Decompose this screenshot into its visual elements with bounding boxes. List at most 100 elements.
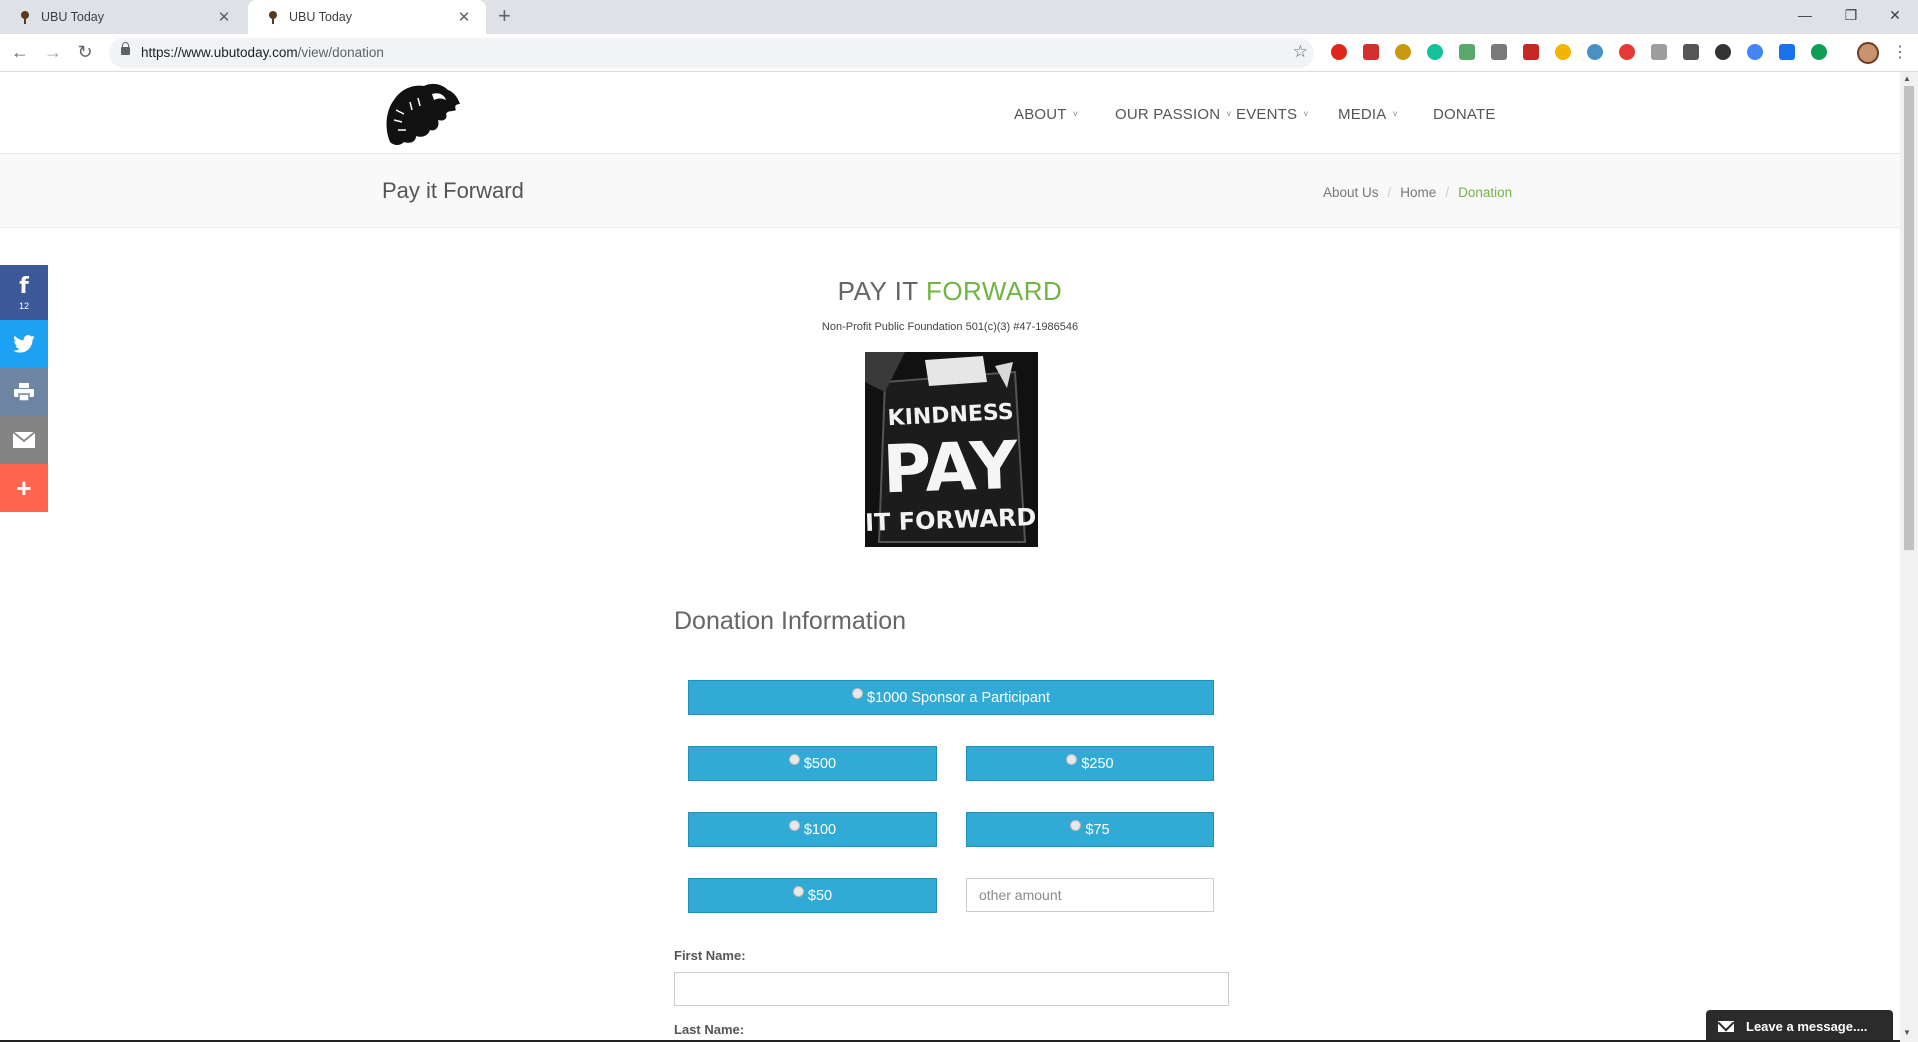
- new-tab-button[interactable]: +: [498, 5, 511, 27]
- browser-tab-2[interactable]: UBU Today ✕: [248, 0, 486, 34]
- nav-events-label: EVENTS: [1236, 106, 1298, 123]
- url-text[interactable]: https://www.ubutoday.com/view/donation: [141, 45, 384, 60]
- extension-hash-icon[interactable]: [1779, 44, 1795, 60]
- donate-100-option[interactable]: $100: [688, 812, 937, 847]
- donate-1000-option[interactable]: $1000 Sponsor a Participant: [688, 680, 1214, 715]
- radio-icon[interactable]: [1066, 754, 1078, 765]
- breadcrumb-about-us[interactable]: About Us: [1323, 185, 1379, 200]
- bookmark-star-icon[interactable]: ☆: [1293, 42, 1308, 62]
- donate-250-option[interactable]: $250: [966, 746, 1214, 781]
- pay-it-forward-headline: PAY IT FORWARD: [0, 276, 1900, 307]
- nav-our-passion-label: OUR PASSION: [1115, 106, 1221, 123]
- nav-donate[interactable]: DONATE: [1433, 106, 1496, 123]
- scroll-up-arrow-icon[interactable]: ▲: [1903, 74, 1911, 83]
- browser-tab-1[interactable]: UBU Today ✕: [0, 0, 246, 34]
- browser-tab-bar: UBU Today ✕ UBU Today ✕ + — ❐ ✕: [0, 0, 1918, 34]
- radio-icon[interactable]: [852, 688, 863, 699]
- donate-1000-label: $1000 Sponsor a Participant: [867, 689, 1050, 706]
- extension-green-icon[interactable]: [1811, 44, 1827, 60]
- nonprofit-tax-id: Non-Profit Public Foundation 501(c)(3) #…: [821, 321, 1079, 333]
- donation-information-heading: Donation Information: [674, 607, 907, 635]
- chevron-down-icon: ˅: [1303, 109, 1309, 119]
- forward-arrow-icon[interactable]: →: [43, 42, 63, 62]
- donate-75-option[interactable]: $75: [966, 812, 1214, 847]
- menu-kebab-icon[interactable]: ⋮: [1892, 42, 1908, 62]
- extension-tile-icon[interactable]: [1651, 44, 1667, 60]
- chevron-down-icon: ˅: [1072, 109, 1079, 119]
- restore-button[interactable]: ❐: [1828, 0, 1874, 30]
- nav-events[interactable]: EVENTS ˅: [1236, 106, 1309, 123]
- tab-close-icon[interactable]: ✕: [216, 8, 232, 26]
- extension-colorwheel-icon[interactable]: [1619, 44, 1635, 60]
- tab-title: UBU Today: [41, 10, 104, 24]
- extension-glasses-icon[interactable]: [1715, 44, 1731, 60]
- minimize-button[interactable]: —: [1782, 0, 1828, 30]
- donate-500-option[interactable]: $500: [688, 746, 937, 781]
- extension-puzzle-icon[interactable]: [1491, 44, 1507, 60]
- breadcrumb-separator: /: [1445, 185, 1450, 200]
- url-path: /view/donation: [297, 45, 384, 60]
- plus-icon: +: [16, 472, 32, 503]
- profile-avatar[interactable]: [1857, 42, 1879, 64]
- extension-eye-icon[interactable]: [1587, 44, 1603, 60]
- breadcrumb-home[interactable]: Home: [1400, 185, 1436, 200]
- other-amount-input[interactable]: [966, 878, 1214, 912]
- lion-logo[interactable]: [382, 80, 462, 146]
- more-share-button[interactable]: +: [0, 464, 48, 512]
- chevron-down-icon: ˅: [1226, 109, 1232, 119]
- lock-icon: [121, 42, 130, 55]
- donate-100-label: $100: [803, 821, 837, 838]
- email-share-button[interactable]: [0, 416, 48, 464]
- address-bar: ← → ↻ https://www.ubutoday.com/view/dona…: [0, 34, 1918, 72]
- nav-our-passion[interactable]: OUR PASSION ˅: [1115, 106, 1232, 123]
- nav-donate-label: DONATE: [1433, 106, 1496, 123]
- extension-dark-icon[interactable]: [1683, 44, 1699, 60]
- site-favicon-icon: [20, 11, 29, 24]
- breadcrumb-separator: /: [1387, 185, 1392, 200]
- donate-75-label: $75: [1085, 821, 1110, 838]
- extension-arc-icon[interactable]: [1747, 44, 1763, 60]
- scrollbar-thumb[interactable]: [1904, 86, 1914, 550]
- extension-opera-icon[interactable]: [1331, 44, 1347, 60]
- tab-close-icon[interactable]: ✕: [456, 8, 472, 26]
- nav-media-label: MEDIA: [1338, 106, 1387, 123]
- window-close-button[interactable]: ✕: [1872, 0, 1918, 30]
- page-title-bar: Pay it Forward About Us / Home / Donation: [0, 154, 1900, 228]
- donate-50-label: $50: [807, 887, 833, 904]
- breadcrumb-donation: Donation: [1458, 185, 1513, 200]
- extension-red-icon[interactable]: [1363, 44, 1379, 60]
- donate-500-label: $500: [803, 755, 837, 772]
- kindness-pay-it-forward-image: KINDNESS PAY IT FORWARD: [865, 352, 1038, 547]
- nav-media[interactable]: MEDIA ˅: [1338, 106, 1398, 123]
- donate-50-option[interactable]: $50: [688, 878, 937, 913]
- back-arrow-icon[interactable]: ←: [10, 42, 30, 62]
- extension-bulb-icon[interactable]: [1555, 44, 1571, 60]
- hero-text-it-forward: IT FORWARD: [865, 503, 1037, 537]
- extension-inbox-icon[interactable]: [1459, 44, 1475, 60]
- extension-chart-icon[interactable]: [1523, 44, 1539, 60]
- reload-icon[interactable]: ↻: [75, 42, 95, 62]
- print-button[interactable]: [0, 368, 48, 416]
- headline-part-1: PAY IT: [837, 276, 926, 306]
- site-favicon-icon: [268, 11, 277, 24]
- chat-label: Leave a message....: [1746, 1018, 1868, 1034]
- url-omnibox[interactable]: https://www.ubutoday.com/view/donation ☆: [109, 38, 1314, 68]
- breadcrumb: About Us / Home / Donation: [1323, 185, 1512, 200]
- hero-text-pay: PAY: [881, 427, 1020, 509]
- donate-250-label: $250: [1081, 755, 1114, 772]
- nav-about[interactable]: ABOUT ˅: [1014, 106, 1078, 123]
- radio-icon[interactable]: [788, 820, 800, 831]
- extension-grammarly-icon[interactable]: [1427, 44, 1443, 60]
- radio-icon[interactable]: [788, 754, 800, 765]
- extension-shield-icon[interactable]: [1395, 44, 1411, 60]
- tab-title: UBU Today: [289, 10, 352, 24]
- headline-part-2: FORWARD: [925, 276, 1063, 306]
- printer-icon: [14, 383, 34, 401]
- page-title: Pay it Forward: [382, 178, 524, 203]
- first-name-input[interactable]: [674, 972, 1229, 1006]
- first-name-label: First Name:: [674, 948, 746, 963]
- scroll-down-arrow-icon[interactable]: ▼: [1903, 1028, 1911, 1037]
- radio-icon[interactable]: [1070, 820, 1082, 831]
- radio-icon[interactable]: [792, 886, 804, 897]
- leave-message-chat-button[interactable]: Leave a message....: [1706, 1010, 1893, 1042]
